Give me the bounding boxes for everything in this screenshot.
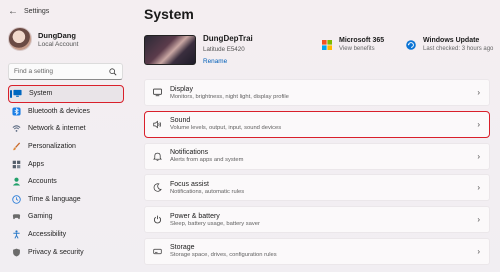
sidebar-item-label: Time & language (28, 195, 81, 203)
device-header: DungDepTrai Latitude E5420 Rename Micros… (144, 33, 500, 69)
device-wallpaper-thumbnail (144, 35, 196, 65)
moon-icon (153, 183, 162, 193)
microsoft-logo-icon (322, 40, 332, 50)
sidebar-item-label: Accounts (28, 178, 57, 186)
search-icon (109, 67, 117, 76)
back-arrow-icon[interactable]: ← (8, 6, 22, 17)
card-title: Notifications (170, 149, 209, 157)
chevron-right-icon: › (477, 151, 480, 161)
sidebar-item-label: Privacy & security (28, 248, 84, 256)
bell-icon (153, 152, 162, 161)
profile-account-type: Local Account (38, 40, 79, 48)
card-description: Notifications, automatic rules (170, 188, 245, 195)
sidebar-item-network[interactable]: Network & internet (8, 120, 124, 138)
chevron-right-icon: › (477, 183, 480, 193)
windows-update-tile[interactable]: Windows Update Last checked: 3 hours ago (406, 37, 493, 52)
card-title: Focus assist (170, 180, 209, 188)
device-model: Latitude E5420 (203, 46, 245, 53)
speaker-icon (153, 120, 161, 129)
card-title: Display (170, 85, 193, 93)
search-placeholder: Find a setting (14, 68, 54, 75)
sidebar-nav: System Bluetooth & devices Network & int… (8, 85, 124, 261)
main-content: System DungDepTrai Latitude E5420 Rename… (132, 0, 500, 272)
card-description: Volume levels, output, input, sound devi… (170, 125, 282, 132)
card-description: Storage space, drives, configuration rul… (170, 252, 277, 259)
chevron-right-icon: › (477, 215, 480, 225)
settings-window: ← Settings DungDang Local Account Find a… (0, 0, 500, 272)
apps-icon (12, 160, 21, 168)
card-description: Monitors, brightness, night light, displ… (170, 93, 289, 100)
sidebar-item-label: System (29, 90, 53, 98)
windows-update-subtitle: Last checked: 3 hours ago (423, 46, 494, 52)
sidebar-item-accessibility[interactable]: Accessibility (8, 226, 124, 244)
sidebar-item-label: Accessibility (28, 231, 67, 239)
microsoft-365-tile[interactable]: Microsoft 365 View benefits (322, 37, 384, 52)
storage-icon (153, 248, 162, 255)
sidebar-item-label: Apps (28, 160, 44, 168)
sidebar-item-privacy-security[interactable]: Privacy & security (8, 243, 124, 261)
windows-update-icon (406, 40, 416, 50)
monitor-icon (13, 90, 22, 98)
shield-icon (13, 248, 20, 257)
device-name: DungDepTrai (203, 34, 253, 43)
avatar (8, 27, 32, 51)
settings-list: Display Monitors, brightness, night ligh… (144, 79, 490, 270)
sidebar: DungDang Local Account Find a setting Sy… (0, 22, 132, 272)
card-title: Sound (170, 117, 191, 125)
window-title: Settings (24, 7, 50, 15)
settings-card-sound[interactable]: Sound Volume levels, output, input, soun… (144, 110, 490, 138)
settings-card-notifications[interactable]: Notifications Alerts from apps and syste… (144, 142, 490, 170)
sidebar-item-label: Network & internet (28, 125, 86, 133)
user-profile[interactable]: DungDang Local Account (8, 27, 78, 51)
sidebar-item-apps[interactable]: Apps (8, 155, 124, 173)
chevron-right-icon: › (477, 119, 480, 129)
settings-card-storage[interactable]: Storage Storage space, drives, configura… (144, 237, 490, 265)
gamepad-icon (12, 214, 21, 220)
card-title: Storage (170, 244, 195, 252)
display-icon (153, 88, 162, 97)
rename-link[interactable]: Rename (203, 58, 227, 65)
sidebar-item-personalization[interactable]: Personalization (8, 138, 124, 156)
accessibility-icon (13, 230, 20, 239)
profile-name: DungDang (38, 30, 76, 40)
chevron-right-icon: › (477, 88, 480, 97)
card-description: Alerts from apps and system (170, 157, 244, 164)
settings-card-display[interactable]: Display Monitors, brightness, night ligh… (144, 79, 490, 106)
settings-card-power-battery[interactable]: Power & battery Sleep, battery usage, ba… (144, 206, 490, 234)
globe-clock-icon (12, 195, 21, 204)
sidebar-item-bluetooth[interactable]: Bluetooth & devices (8, 103, 124, 121)
sidebar-item-label: Bluetooth & devices (28, 107, 90, 115)
card-description: Sleep, battery usage, battery saver (170, 220, 260, 227)
brush-icon (12, 142, 21, 151)
microsoft-365-title: Microsoft 365 (339, 37, 385, 44)
microsoft-365-subtitle: View benefits (339, 46, 375, 52)
sidebar-item-label: Gaming (28, 213, 53, 221)
page-title: System (144, 6, 194, 22)
sidebar-item-gaming[interactable]: Gaming (8, 208, 124, 226)
network-icon (12, 125, 21, 133)
windows-update-title: Windows Update (423, 37, 480, 44)
card-title: Power & battery (170, 212, 220, 220)
settings-card-focus-assist[interactable]: Focus assist Notifications, automatic ru… (144, 174, 490, 202)
sidebar-item-accounts[interactable]: Accounts (8, 173, 124, 191)
sidebar-item-system[interactable]: System (8, 85, 124, 103)
search-input[interactable]: Find a setting (8, 63, 123, 80)
sidebar-item-time-language[interactable]: Time & language (8, 191, 124, 209)
chevron-right-icon: › (477, 246, 480, 256)
sidebar-item-label: Personalization (28, 143, 76, 151)
power-icon (153, 215, 162, 224)
person-icon (12, 177, 21, 186)
bluetooth-icon (12, 107, 21, 116)
